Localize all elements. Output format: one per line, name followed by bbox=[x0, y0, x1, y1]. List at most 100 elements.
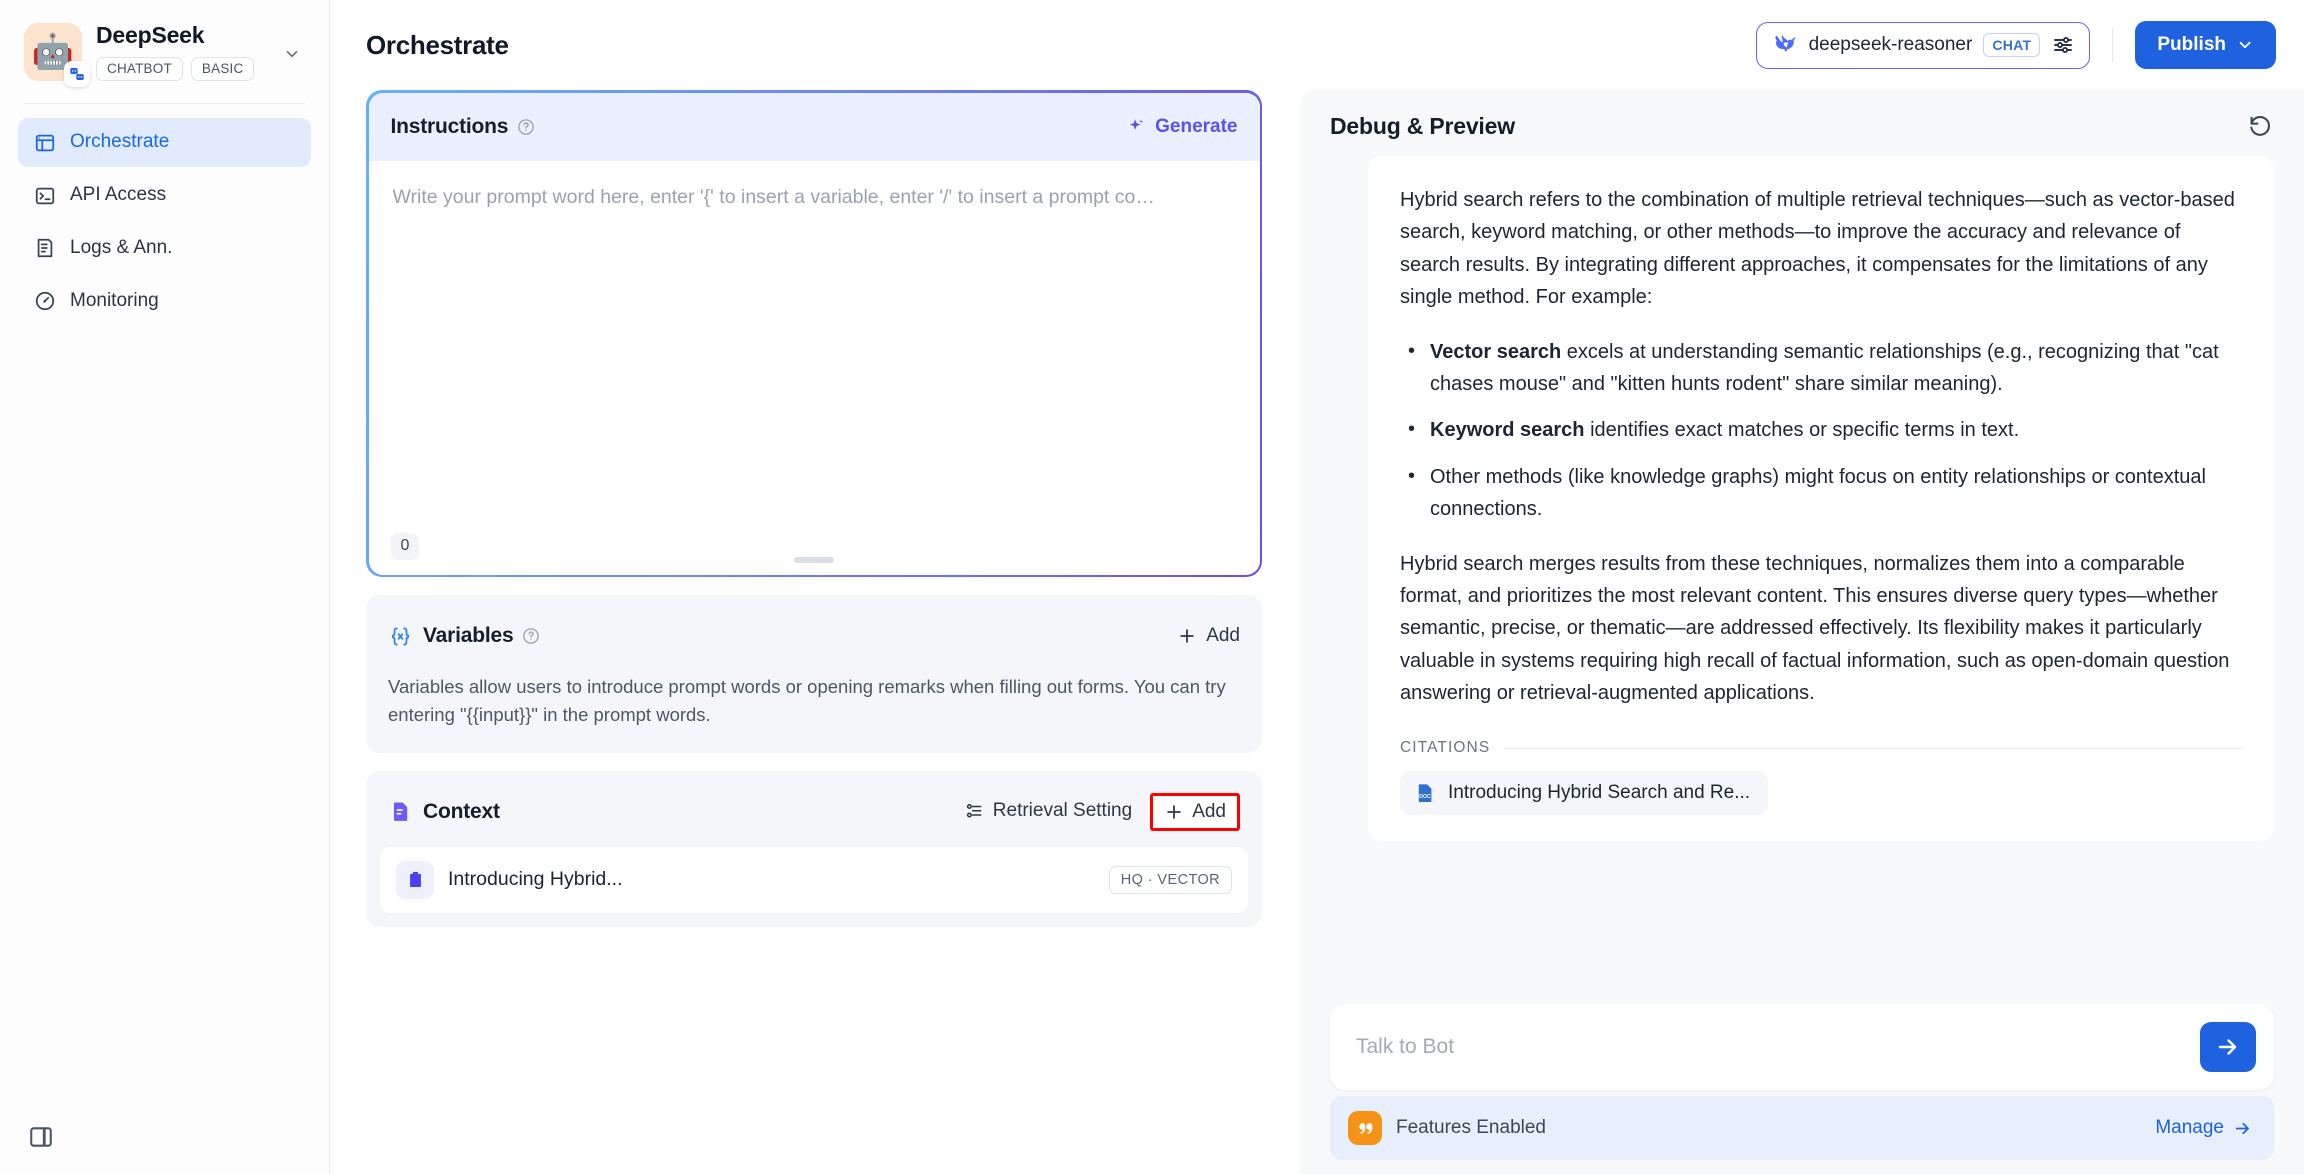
arrow-right-icon bbox=[2235, 1122, 2249, 1134]
send-arrow-icon bbox=[2218, 1039, 2237, 1055]
chevron-down-icon[interactable] bbox=[283, 41, 305, 63]
quote-feature-icon bbox=[1348, 1111, 1382, 1145]
variables-description: Variables allow users to introduce promp… bbox=[388, 676, 1226, 725]
topbar-divider bbox=[2112, 28, 2114, 62]
sidebar-item-label: Orchestrate bbox=[70, 131, 170, 153]
features-enabled-bar[interactable]: Features Enabled Manage bbox=[1330, 1096, 2274, 1160]
terminal-icon bbox=[34, 185, 56, 207]
chat-area: Talk to Bot Features Enabled Manage bbox=[1300, 1004, 2304, 1174]
sidebar-item-api-access[interactable]: API Access bbox=[18, 171, 311, 220]
sidebar-item-logs-ann[interactable]: Logs & Ann. bbox=[18, 224, 311, 273]
app-root: 🤖 DeepSeek CHATBOT BASIC Orchestrate API… bbox=[0, 0, 2304, 1174]
gauge-icon bbox=[34, 290, 56, 312]
citations-divider bbox=[1504, 747, 2242, 749]
avatar-wrap: 🤖 bbox=[24, 22, 90, 87]
instructions-card: Instructions Generate Write your prompt … bbox=[366, 90, 1262, 577]
character-count: 0 bbox=[390, 533, 420, 560]
document-context-icon bbox=[388, 800, 412, 824]
citation-title: Introducing Hybrid Search and Re... bbox=[1448, 782, 1751, 804]
manage-label: Manage bbox=[2155, 1117, 2224, 1138]
list-item: Keyword search identifies exact matches … bbox=[1400, 413, 2242, 446]
question-circle-icon[interactable] bbox=[522, 627, 540, 645]
model-selector[interactable]: deepseek-reasoner CHAT bbox=[1755, 21, 2091, 69]
instructions-editor[interactable]: Write your prompt word here, enter '{' t… bbox=[369, 161, 1260, 519]
citations-section: CITATIONS DOC Introducing Hybrid Search … bbox=[1400, 739, 2242, 816]
sidebar-item-label: Logs & Ann. bbox=[70, 237, 173, 259]
brand-tags: CHATBOT BASIC bbox=[96, 56, 269, 82]
variable-braces-icon bbox=[388, 624, 412, 648]
deepseek-whale-icon bbox=[1771, 32, 1798, 59]
variables-panel: Variables Add Variables allow users to i… bbox=[366, 595, 1262, 753]
brand-header[interactable]: 🤖 DeepSeek CHATBOT BASIC bbox=[0, 0, 329, 99]
restart-icon[interactable] bbox=[2246, 112, 2274, 140]
chat-input-box[interactable]: Talk to Bot bbox=[1330, 1004, 2274, 1090]
topbar: Orchestrate deepseek-reasoner CHAT Publi… bbox=[330, 0, 2304, 90]
instructions-header: Instructions Generate bbox=[368, 92, 1260, 161]
sidebar-item-label: Monitoring bbox=[70, 289, 159, 311]
retrieval-settings-icon bbox=[966, 804, 982, 819]
variables-actions: Add bbox=[1177, 625, 1240, 648]
collapse-panel-icon[interactable] bbox=[26, 1122, 56, 1152]
sidebar: 🤖 DeepSeek CHATBOT BASIC Orchestrate API… bbox=[0, 0, 330, 1174]
message-scroll-area[interactable]: Hybrid search refers to the combination … bbox=[1300, 150, 2304, 1004]
bot-type-icon bbox=[64, 60, 90, 87]
topbar-actions: deepseek-reasoner CHAT Publish bbox=[1755, 21, 2276, 69]
citations-header: CITATIONS bbox=[1400, 739, 2242, 757]
drag-handle-icon[interactable] bbox=[794, 556, 834, 563]
citations-label: CITATIONS bbox=[1400, 739, 1491, 757]
debug-preview-panel: Debug & Preview Hybrid search refers to … bbox=[1300, 90, 2304, 1174]
page-title: Orchestrate bbox=[366, 29, 509, 60]
sidebar-item-label: API Access bbox=[70, 184, 167, 206]
generate-label: Generate bbox=[1155, 115, 1238, 137]
tag-basic: BASIC bbox=[190, 56, 255, 82]
context-item-badge: HQ · VECTOR bbox=[1108, 865, 1232, 894]
message-paragraph: Hybrid search merges results from these … bbox=[1400, 552, 2230, 705]
model-chat-badge: CHAT bbox=[1983, 32, 2041, 58]
retrieval-setting-label: Retrieval Setting bbox=[992, 800, 1133, 822]
brand-name: DeepSeek bbox=[96, 22, 205, 48]
bullet-rest: identifies exact matches or specific ter… bbox=[1584, 419, 2020, 442]
knowledge-base-icon bbox=[396, 860, 434, 899]
question-circle-icon[interactable] bbox=[517, 118, 535, 136]
bullet-lead: Vector search bbox=[1430, 340, 1562, 363]
manage-features-button[interactable]: Manage bbox=[2155, 1117, 2252, 1139]
sidebar-item-orchestrate[interactable]: Orchestrate bbox=[18, 118, 311, 168]
publish-button[interactable]: Publish bbox=[2135, 21, 2276, 69]
list-item: Other methods (like knowledge graphs) mi… bbox=[1400, 460, 2242, 526]
generate-button[interactable]: Generate bbox=[1126, 115, 1238, 138]
instructions-placeholder: Write your prompt word here, enter '{' t… bbox=[392, 185, 1155, 208]
sidebar-nav: Orchestrate API Access Logs & Ann. Monit… bbox=[0, 118, 329, 325]
context-add-button-highlight[interactable]: Add bbox=[1150, 792, 1240, 831]
instructions-inner: Instructions Generate Write your prompt … bbox=[368, 92, 1260, 575]
main-area: Orchestrate deepseek-reasoner CHAT Publi… bbox=[330, 0, 2304, 1174]
send-button[interactable] bbox=[2200, 1022, 2256, 1072]
list-item[interactable]: Introducing Hybrid... HQ · VECTOR bbox=[380, 846, 1248, 913]
publish-label: Publish bbox=[2157, 34, 2226, 55]
sliders-icon[interactable] bbox=[2051, 33, 2075, 57]
plus-icon bbox=[1180, 629, 1194, 643]
chevron-down-icon bbox=[2239, 41, 2251, 49]
instructions-footer: 0 bbox=[369, 519, 1260, 575]
variables-header: Variables Add bbox=[366, 595, 1262, 657]
sidebar-footer bbox=[0, 1122, 329, 1174]
plus-icon bbox=[1167, 804, 1181, 819]
sidebar-item-monitoring[interactable]: Monitoring bbox=[18, 277, 311, 326]
message-bullet-list: Vector search excels at understanding se… bbox=[1400, 335, 2242, 526]
variables-title: Variables bbox=[423, 624, 514, 647]
chat-input-placeholder: Talk to Bot bbox=[1356, 1035, 1455, 1059]
variables-add-button[interactable]: Add bbox=[1177, 625, 1240, 648]
layout-panel-icon bbox=[34, 132, 56, 154]
instructions-title: Instructions bbox=[390, 114, 509, 138]
context-header: Context Retrieval Setting Add bbox=[366, 771, 1262, 833]
context-actions: Retrieval Setting Add bbox=[964, 792, 1240, 831]
sparkle-icon bbox=[1130, 118, 1144, 130]
citation-chip[interactable]: DOC Introducing Hybrid Search and Re... bbox=[1400, 771, 1769, 816]
docx-file-icon: DOC bbox=[1418, 784, 1432, 803]
list-item: Vector search excels at understanding se… bbox=[1400, 335, 2242, 401]
context-title: Context bbox=[423, 799, 500, 823]
debug-preview-header: Debug & Preview bbox=[1300, 90, 2304, 150]
context-item-name: Introducing Hybrid... bbox=[448, 868, 623, 890]
retrieval-setting-button[interactable]: Retrieval Setting bbox=[964, 800, 1132, 823]
bullet-lead: Keyword search bbox=[1430, 419, 1585, 442]
body-split: Instructions Generate Write your prompt … bbox=[330, 90, 2304, 1174]
